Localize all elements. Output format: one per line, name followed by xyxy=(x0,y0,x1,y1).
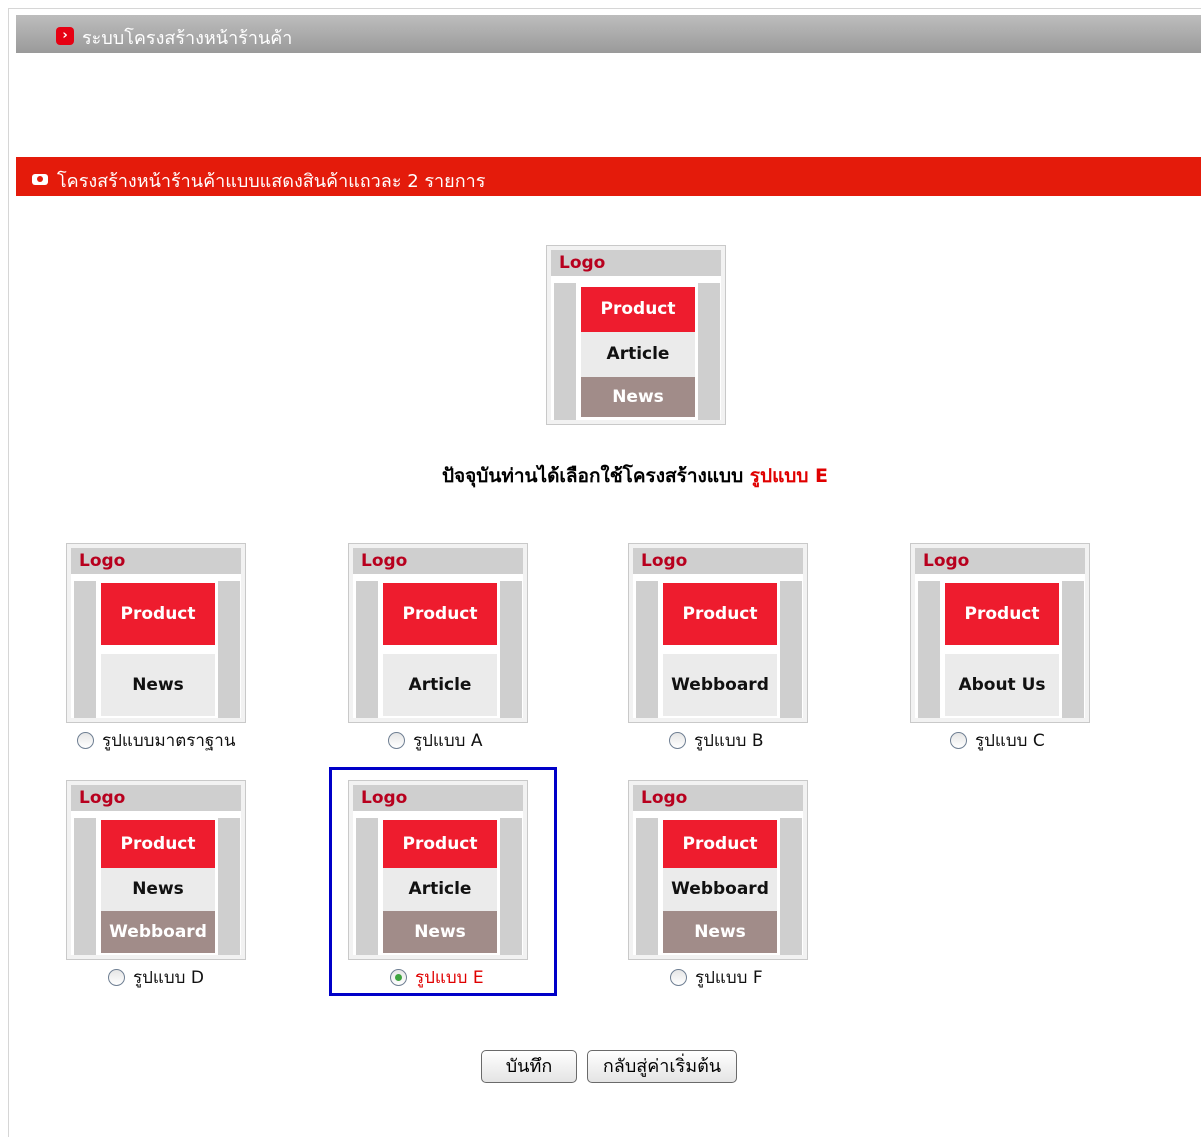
thumb-right-column xyxy=(780,818,802,955)
thumb-block: Product xyxy=(663,820,777,868)
layout-thumb-b[interactable]: Logo Product Webboard xyxy=(628,543,808,723)
thumb-right-column xyxy=(780,581,802,718)
thumb-block: Product xyxy=(383,820,497,868)
thumb-logo: Logo xyxy=(915,548,1085,574)
thumb-logo: Logo xyxy=(71,548,241,574)
layout-option-b[interactable]: รูปแบบ B xyxy=(669,727,764,754)
layout-label: รูปแบบ C xyxy=(975,731,1045,751)
current-selection-value: รูปแบบ E xyxy=(749,465,829,487)
layout-label: รูปแบบ D xyxy=(133,968,204,988)
layout-option-f[interactable]: รูปแบบ F xyxy=(670,964,763,991)
layout-label: รูปแบบมาตราฐาน xyxy=(102,731,236,751)
thumb-right-column xyxy=(1062,581,1084,718)
thumb-left-column xyxy=(74,581,96,718)
reset-default-button[interactable]: กลับสู่ค่าเริ่มต้น xyxy=(587,1050,737,1083)
layout-option-a[interactable]: รูปแบบ A xyxy=(388,727,483,754)
preview-block-product: Product xyxy=(581,287,695,332)
thumb-block: Webboard xyxy=(663,868,777,911)
thumb-block: About Us xyxy=(945,654,1059,716)
layout-label: รูปแบบ F xyxy=(695,968,763,988)
thumb-block: Article xyxy=(383,868,497,911)
thumb-left-column xyxy=(74,818,96,955)
chevron-right-icon: › xyxy=(56,27,74,45)
layout-option-d[interactable]: รูปแบบ D xyxy=(108,964,204,991)
thumb-right-column xyxy=(500,818,522,955)
layout-thumb-c[interactable]: Logo Product About Us xyxy=(910,543,1090,723)
thumb-left-column xyxy=(356,581,378,718)
thumb-right-column xyxy=(218,818,240,955)
layout-label: รูปแบบ A xyxy=(413,731,483,751)
layout-thumb-d[interactable]: Logo Product News Webboard xyxy=(66,780,246,960)
layout-thumb-a[interactable]: Logo Product Article xyxy=(348,543,528,723)
thumb-left-column xyxy=(636,581,658,718)
preview-block-news: News xyxy=(581,377,695,417)
thumb-block: Product xyxy=(383,583,497,645)
radio-e[interactable] xyxy=(390,969,407,986)
layout-label: รูปแบบ B xyxy=(694,731,764,751)
preview-logo: Logo xyxy=(551,250,721,276)
layout-thumb-f[interactable]: Logo Product Webboard News xyxy=(628,780,808,960)
thumb-block: News xyxy=(101,868,215,911)
camera-icon xyxy=(32,174,48,185)
save-button[interactable]: บันทึก xyxy=(481,1050,577,1083)
radio-f[interactable] xyxy=(670,969,687,986)
current-selection-prefix: ปัจจุบันท่านได้เลือกใช้โครงสร้างแบบ xyxy=(441,465,744,487)
thumb-block: Webboard xyxy=(101,911,215,953)
radio-a[interactable] xyxy=(388,732,405,749)
thumb-logo: Logo xyxy=(71,785,241,811)
layout-thumb-standard[interactable]: Logo Product News xyxy=(66,543,246,723)
radio-d[interactable] xyxy=(108,969,125,986)
section-title: โครงสร้างหน้าร้านค้าแบบแสดงสินค้าแถวละ 2… xyxy=(57,171,486,192)
thumb-block: Product xyxy=(945,583,1059,645)
thumb-block: Product xyxy=(663,583,777,645)
layout-thumb-e[interactable]: Logo Product Article News xyxy=(348,780,528,960)
thumb-logo: Logo xyxy=(633,548,803,574)
header-title: ระบบโครงสร้างหน้าร้านค้า xyxy=(82,28,293,49)
thumb-right-column xyxy=(500,581,522,718)
layout-label: รูปแบบ E xyxy=(415,968,484,988)
thumb-left-column xyxy=(636,818,658,955)
thumb-block: News xyxy=(101,654,215,716)
thumb-block: Article xyxy=(383,654,497,716)
radio-b[interactable] xyxy=(669,732,686,749)
current-selection-text: ปัจจุบันท่านได้เลือกใช้โครงสร้างแบบ รูปแ… xyxy=(0,461,1201,491)
layout-option-standard[interactable]: รูปแบบมาตราฐาน xyxy=(77,727,235,754)
thumb-block: Product xyxy=(101,583,215,645)
current-layout-preview: Logo Product Article News xyxy=(546,245,726,425)
thumb-block: News xyxy=(383,911,497,953)
thumb-left-column xyxy=(918,581,940,718)
preview-block-article: Article xyxy=(581,332,695,377)
thumb-logo: Logo xyxy=(353,785,523,811)
thumb-block: Webboard xyxy=(663,654,777,716)
preview-left-column xyxy=(554,283,576,420)
thumb-block: News xyxy=(663,911,777,953)
thumb-right-column xyxy=(218,581,240,718)
preview-right-column xyxy=(698,283,720,420)
thumb-left-column xyxy=(356,818,378,955)
layout-option-c[interactable]: รูปแบบ C xyxy=(950,727,1045,754)
thumb-logo: Logo xyxy=(633,785,803,811)
radio-standard[interactable] xyxy=(77,732,94,749)
thumb-logo: Logo xyxy=(353,548,523,574)
section-bar: โครงสร้างหน้าร้านค้าแบบแสดงสินค้าแถวละ 2… xyxy=(16,157,1201,196)
header-bar: › ระบบโครงสร้างหน้าร้านค้า xyxy=(16,15,1201,53)
thumb-block: Product xyxy=(101,820,215,868)
radio-c[interactable] xyxy=(950,732,967,749)
layout-option-e[interactable]: รูปแบบ E xyxy=(390,964,484,991)
